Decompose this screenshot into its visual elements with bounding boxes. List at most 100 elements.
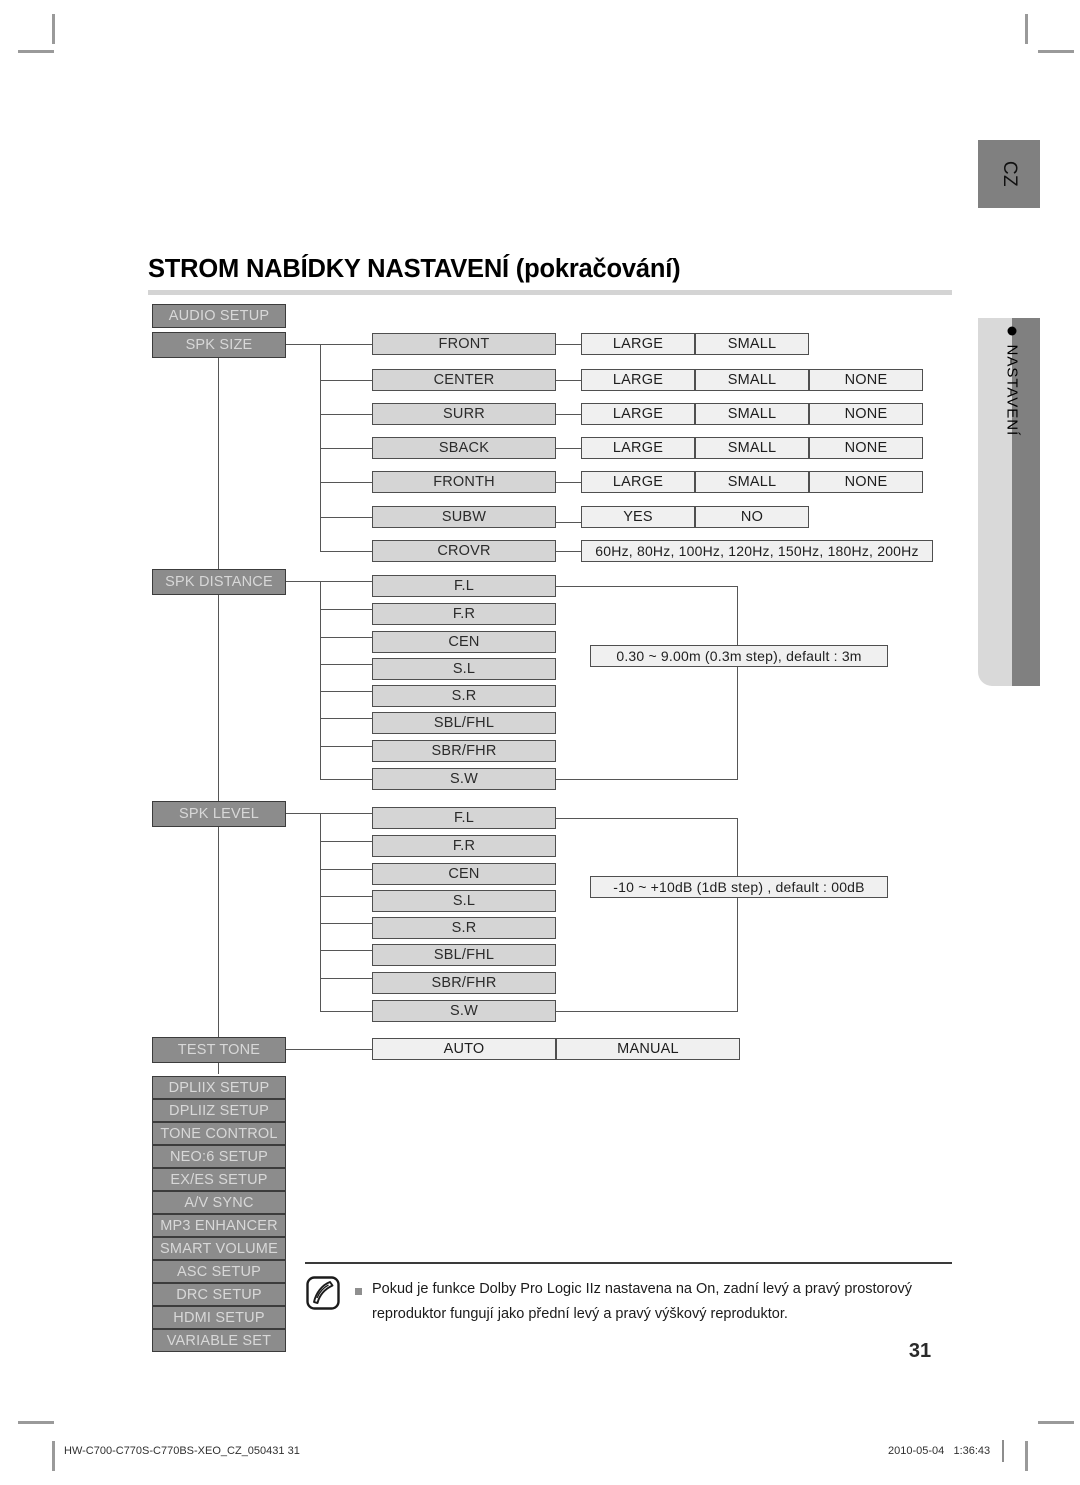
tree-node-tone-control[interactable]: TONE CONTROL (152, 1122, 286, 1145)
tree-node-crovr[interactable]: CROVR (372, 540, 556, 562)
tree-node-distance-fl[interactable]: F.L (372, 575, 556, 597)
tree-node-label: SBR/FHR (431, 743, 497, 759)
tree-node-variable-set[interactable]: VARIABLE SET (152, 1329, 286, 1352)
tree-option-sback-none[interactable]: NONE (809, 437, 923, 459)
tree-node-level-fr[interactable]: F.R (372, 835, 556, 857)
tree-node-label: S.L (452, 893, 476, 909)
tree-node-level-sw[interactable]: S.W (372, 1000, 556, 1022)
tree-node-label: SURR (443, 406, 485, 422)
tree-option-fronth-none[interactable]: NONE (809, 471, 923, 493)
tree-node-fronth[interactable]: FRONTH (372, 471, 556, 493)
tree-node-spk-size[interactable]: SPK SIZE (152, 332, 286, 358)
tree-node-test-tone[interactable]: TEST TONE (152, 1037, 286, 1063)
tree-option-label: LARGE (612, 474, 664, 490)
tree-node-level-fl[interactable]: F.L (372, 807, 556, 829)
tree-node-label: CROVR (437, 543, 491, 559)
tree-node-asc-setup[interactable]: ASC SETUP (152, 1260, 286, 1283)
tree-node-level-sl[interactable]: S.L (372, 890, 556, 912)
tree-node-distance-sw[interactable]: S.W (372, 768, 556, 790)
tree-option-label: LARGE (612, 372, 664, 388)
tree-connector (320, 718, 372, 720)
tree-node-dpliiz-setup[interactable]: DPLIIZ SETUP (152, 1099, 286, 1122)
tree-node-front[interactable]: FRONT (372, 333, 556, 355)
tree-option-surr-large[interactable]: LARGE (581, 403, 695, 425)
tree-option-test-tone-manual[interactable]: MANUAL (556, 1038, 740, 1060)
tree-node-subw[interactable]: SUBW (372, 506, 556, 528)
tree-option-test-tone-auto[interactable]: AUTO (372, 1038, 556, 1060)
tree-node-label: F.L (454, 578, 474, 594)
tree-node-level-sbr-fhr[interactable]: SBR/FHR (372, 972, 556, 994)
tree-connector (320, 414, 372, 416)
tree-option-center-small[interactable]: SMALL (695, 369, 809, 391)
tree-node-sback[interactable]: SBACK (372, 437, 556, 459)
tree-option-subw-no[interactable]: NO (695, 506, 809, 528)
tree-node-neo6-setup[interactable]: NEO:6 SETUP (152, 1145, 286, 1168)
tree-node-distance-fr[interactable]: F.R (372, 603, 556, 625)
tree-option-label: -10 ~ +10dB (1dB step) , default : 00dB (613, 879, 865, 895)
tree-option-surr-small[interactable]: SMALL (695, 403, 809, 425)
tree-connector (320, 779, 372, 781)
tree-option-subw-yes[interactable]: YES (581, 506, 695, 528)
tree-node-av-sync[interactable]: A/V SYNC (152, 1191, 286, 1214)
tree-option-surr-none[interactable]: NONE (809, 403, 923, 425)
tree-node-level-sr[interactable]: S.R (372, 917, 556, 939)
tree-node-label: SBL/FHL (433, 947, 495, 963)
tree-node-mp3-enhancer[interactable]: MP3 ENHANCER (152, 1214, 286, 1237)
tree-node-level-sbl-fhl[interactable]: SBL/FHL (372, 944, 556, 966)
tree-node-hdmi-setup[interactable]: HDMI SETUP (152, 1306, 286, 1329)
tree-node-label: S.W (450, 771, 478, 787)
tree-node-exes-setup[interactable]: EX/ES SETUP (152, 1168, 286, 1191)
tree-node-level-cen[interactable]: CEN (372, 863, 556, 885)
tree-node-label: NEO:6 SETUP (169, 1148, 269, 1165)
tree-node-distance-sr[interactable]: S.R (372, 685, 556, 707)
tree-option-sback-small[interactable]: SMALL (695, 437, 809, 459)
tree-node-label: F.R (452, 606, 476, 622)
tree-node-label: F.R (452, 838, 476, 854)
tree-node-label: S.L (452, 661, 476, 677)
tree-connector (556, 551, 581, 553)
tree-node-distance-sbr-fhr[interactable]: SBR/FHR (372, 740, 556, 762)
tree-option-crovr-range[interactable]: 60Hz, 80Hz, 100Hz, 120Hz, 150Hz, 180Hz, … (581, 540, 933, 562)
tree-connector (286, 344, 372, 346)
tree-option-fronth-small[interactable]: SMALL (695, 471, 809, 493)
tree-node-audio-setup[interactable]: AUDIO SETUP (152, 304, 286, 328)
tree-node-dpliix-setup[interactable]: DPLIIX SETUP (152, 1076, 286, 1099)
tree-node-surr[interactable]: SURR (372, 403, 556, 425)
tree-node-label: F.L (454, 810, 474, 826)
tree-option-front-large[interactable]: LARGE (581, 333, 695, 355)
tree-node-label: EX/ES SETUP (170, 1171, 268, 1188)
tree-option-front-small[interactable]: SMALL (695, 333, 809, 355)
tree-option-label: SMALL (727, 406, 777, 422)
tree-node-spk-level[interactable]: SPK LEVEL (152, 801, 286, 827)
tree-option-label: 60Hz, 80Hz, 100Hz, 120Hz, 150Hz, 180Hz, … (595, 543, 919, 559)
tree-node-drc-setup[interactable]: DRC SETUP (152, 1283, 286, 1306)
tree-node-spk-distance[interactable]: SPK DISTANCE (152, 569, 286, 595)
tree-node-label: SBR/FHR (431, 975, 497, 991)
tree-node-smart-volume[interactable]: SMART VOLUME (152, 1237, 286, 1260)
tree-option-sback-large[interactable]: LARGE (581, 437, 695, 459)
footer-date: 2010-05-04 (888, 1445, 945, 1457)
tree-connector (320, 448, 372, 450)
tree-node-label: FRONT (438, 336, 490, 352)
tree-node-center[interactable]: CENTER (372, 369, 556, 391)
tree-node-distance-sl[interactable]: S.L (372, 658, 556, 680)
crop-mark-bottom-right-vertical (1025, 1441, 1028, 1471)
tree-connector (320, 978, 372, 980)
tree-node-label: DPLIIX SETUP (168, 1079, 270, 1096)
tree-node-distance-sbl-fhl[interactable]: SBL/FHL (372, 712, 556, 734)
tree-option-level-range[interactable]: -10 ~ +10dB (1dB step) , default : 00dB (590, 876, 888, 898)
crop-mark-top-right-horizontal (1038, 50, 1074, 53)
footer-time: 1:36:43 (953, 1445, 991, 1457)
tree-node-distance-cen[interactable]: CEN (372, 631, 556, 653)
tree-option-label: MANUAL (617, 1041, 679, 1057)
crop-mark-bottom-left-horizontal (18, 1421, 54, 1424)
tree-connector (320, 637, 372, 639)
tree-option-label: NO (740, 509, 764, 525)
tree-option-fronth-large[interactable]: LARGE (581, 471, 695, 493)
tree-node-label: SPK LEVEL (179, 806, 259, 822)
tree-option-center-large[interactable]: LARGE (581, 369, 695, 391)
tree-option-distance-range[interactable]: 0.30 ~ 9.00m (0.3m step), default : 3m (590, 645, 888, 667)
tree-option-center-none[interactable]: NONE (809, 369, 923, 391)
tree-option-label: SMALL (727, 474, 777, 490)
tree-connector (320, 664, 372, 666)
